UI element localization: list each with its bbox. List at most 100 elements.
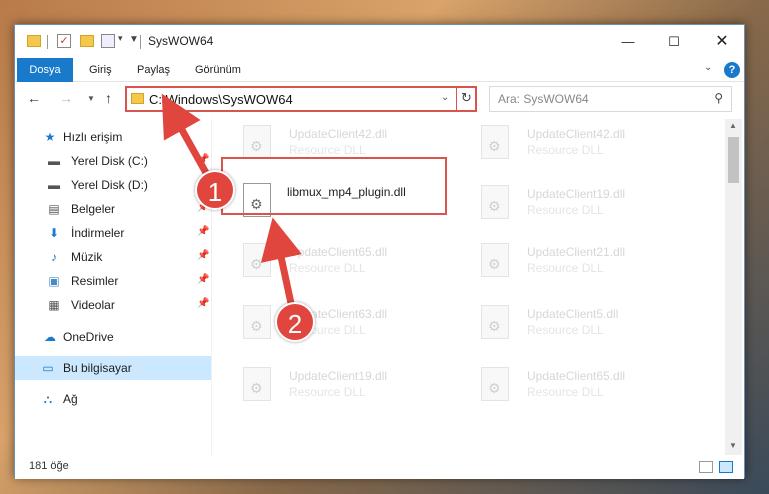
drive-icon: ▬ [48,154,60,168]
forward-arrow-icon[interactable]: → [59,90,73,106]
dll-file-icon [481,125,509,159]
large-icons-view-icon[interactable] [719,461,733,473]
pictures-icon: ▣ [48,274,60,288]
sidebar-item-label: OneDrive [63,330,114,344]
minimize-button[interactable]: — [605,25,651,58]
dll-file-icon [243,305,271,339]
file-name: UpdateClient19.dll [527,187,626,201]
step-badge-2: 2 [275,302,315,342]
dll-file-icon [481,185,509,219]
separator [456,88,457,110]
pin-icon[interactable]: 📌 [197,250,209,261]
separator [47,35,48,49]
search-icon[interactable]: ⚲ [714,91,723,105]
highlight-box [221,157,447,215]
sidebar-item-local-disk-d[interactable]: ▬ Yerel Disk (D:) 📌 [15,173,211,197]
sidebar-item-onedrive[interactable]: ☁ OneDrive [15,325,211,349]
address-bar[interactable]: C:\Windows\SysWOW64 ⌄ ↻ [125,86,477,112]
file-name: UpdateClient42.dll [527,127,626,141]
step-badge-1: 1 [195,170,235,210]
recent-locations-icon[interactable]: ▼ [87,94,95,103]
file-item[interactable]: UpdateClient19.dll Resource DLL [475,181,695,229]
file-type: Resource DLL [527,385,604,399]
dll-file-icon [481,305,509,339]
tab-view[interactable]: Görünüm [183,58,253,82]
new-folder-icon[interactable] [80,35,94,47]
sidebar-item-quick-access[interactable]: ★ Hızlı erişim [15,125,211,149]
dll-file-icon [243,125,271,159]
download-icon: ⬇ [48,226,60,240]
scroll-up-icon[interactable]: ▲ [729,121,737,130]
sidebar-item-this-pc[interactable]: ▭ Bu bilgisayar [15,356,211,380]
sidebar-item-documents[interactable]: ▤ Belgeler 📌 [15,197,211,221]
sidebar-item-local-disk-c[interactable]: ▬ Yerel Disk (C:) 📌 [15,149,211,173]
tab-share[interactable]: Paylaş [125,58,182,82]
details-view-icon[interactable] [699,461,713,473]
properties-check-icon[interactable]: ✓ [57,34,71,48]
pin-icon[interactable]: 📌 [197,298,209,309]
file-type: Resource DLL [527,143,604,157]
expand-ribbon-icon[interactable]: ⌄ [704,62,712,73]
file-type: Resource DLL [527,261,604,275]
separator [140,35,141,49]
pin-icon[interactable]: 📌 [197,274,209,285]
folder-icon [131,93,144,104]
scroll-down-icon[interactable]: ▼ [729,441,737,450]
item-count: 181 öğe [29,460,69,472]
sidebar-item-network[interactable]: ⛬ Ağ [15,387,211,411]
search-input[interactable]: Ara: SysWOW64 ⚲ [489,86,732,112]
videos-icon: ▦ [48,298,60,312]
file-name: UpdateClient42.dll [289,127,388,141]
navigation-bar: ← → ▼ ↑ C:\Windows\SysWOW64 ⌄ ↻ Ara: Sys… [15,82,744,116]
rename-icon[interactable] [101,34,115,48]
file-item[interactable]: UpdateClient65.dll Resource DLL [237,239,457,287]
file-type: Resource DLL [527,323,604,337]
window-title: SysWOW64 [148,34,214,48]
up-arrow-icon[interactable]: ↑ [105,90,112,106]
file-name: UpdateClient5.dll [527,307,619,321]
file-item[interactable]: UpdateClient5.dll Resource DLL [475,301,695,349]
refresh-icon[interactable]: ↻ [461,90,472,106]
help-icon[interactable]: ? [724,62,740,78]
pin-icon[interactable]: 📌 [197,154,209,165]
file-item[interactable]: UpdateClient42.dll Resource DLL [475,121,695,169]
sidebar-item-pictures[interactable]: ▣ Resimler 📌 [15,269,211,293]
maximize-button[interactable]: ☐ [651,25,697,58]
customize-toolbar-icon[interactable]: ▼ [129,34,139,50]
sidebar-item-label: Videolar [71,298,115,312]
documents-icon: ▤ [48,202,60,216]
close-button[interactable]: ✕ [699,25,745,58]
chevron-down-icon[interactable]: ⌄ [441,92,449,103]
chevron-down-icon[interactable]: ▾ [118,33,123,49]
explorer-window: ✓ ▾ ▼ SysWOW64 — ☐ ✕ Dosya Giriş Paylaş … [14,24,745,479]
dll-file-icon [243,367,271,401]
vertical-scrollbar[interactable]: ▲ ▼ [725,119,742,455]
ribbon-tabs: Dosya Giriş Paylaş Görünüm ⌄ ? [15,58,744,106]
file-item[interactable]: UpdateClient65.dll Resource DLL [475,363,695,411]
tab-home[interactable]: Giriş [77,58,124,82]
sidebar-item-label: Resimler [71,274,119,288]
navigation-pane: ★ Hızlı erişim ▬ Yerel Disk (C:) 📌 ▬ Yer… [15,119,211,455]
scrollbar-thumb[interactable] [728,137,739,183]
sidebar-item-downloads[interactable]: ⬇ İndirmeler 📌 [15,221,211,245]
dll-file-icon [481,367,509,401]
sidebar-item-videos[interactable]: ▦ Videolar 📌 [15,293,211,317]
pin-icon[interactable]: 📌 [197,226,209,237]
file-item[interactable]: UpdateClient19.dll Resource DLL [237,363,457,411]
sidebar-item-label: Bu bilgisayar [63,361,132,375]
sidebar-item-music[interactable]: ♪ Müzik 📌 [15,245,211,269]
file-item[interactable]: UpdateClient63.dll Resource DLL [237,301,457,349]
cloud-icon: ☁ [44,330,56,344]
file-type: Resource DLL [289,261,366,275]
file-type: Resource DLL [289,143,366,157]
sidebar-item-label: Yerel Disk (C:) [71,154,148,168]
back-arrow-icon[interactable]: ← [27,90,41,106]
address-path[interactable]: C:\Windows\SysWOW64 [149,92,293,107]
sidebar-item-label: Müzik [71,250,103,264]
file-type: Resource DLL [289,385,366,399]
sidebar-item-label: Yerel Disk (D:) [71,178,148,192]
computer-icon: ▭ [42,361,54,375]
file-item[interactable]: UpdateClient21.dll Resource DLL [475,239,695,287]
file-name: UpdateClient65.dll [527,369,626,383]
network-icon: ⛬ [43,392,53,406]
